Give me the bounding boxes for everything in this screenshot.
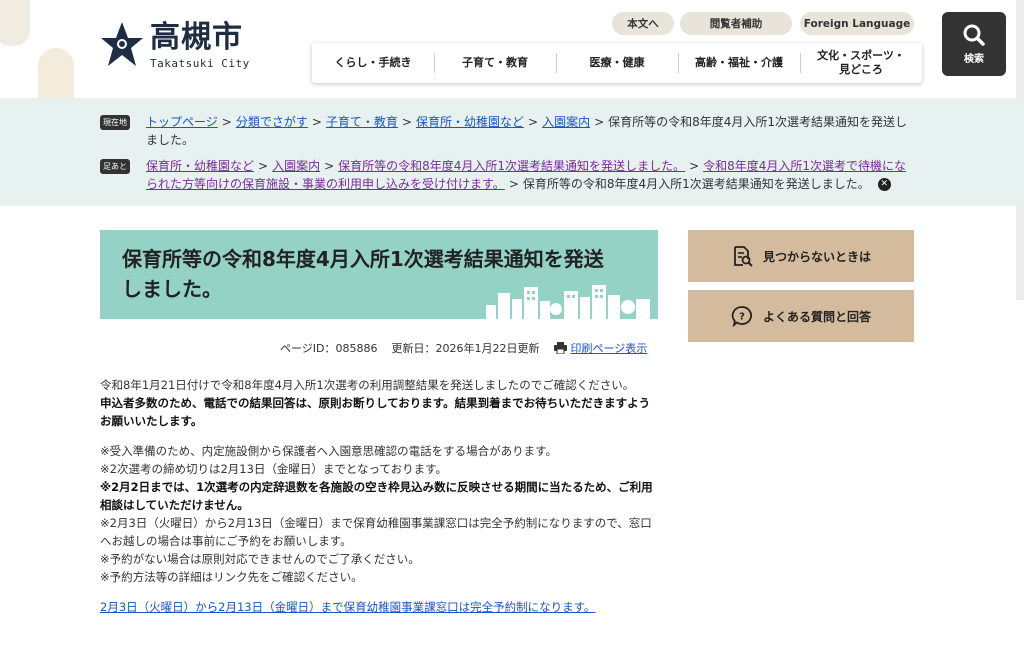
city-skyline-icon xyxy=(486,285,650,319)
accessibility-button[interactable]: 閲覧者補助 xyxy=(680,12,792,35)
faq-label: よくある質問と回答 xyxy=(762,309,871,324)
svg-text:?: ? xyxy=(739,312,745,323)
crumb-top[interactable]: トップページ xyxy=(146,115,218,129)
current-location-tag: 現在地 xyxy=(100,115,130,130)
decorative-shape xyxy=(0,0,30,46)
updated-date: 更新日：2026年1月22日更新 xyxy=(391,342,540,355)
crumb-admission[interactable]: 入園案内 xyxy=(542,115,590,129)
global-nav: くらし・手続き 子育て・教育 医療・健康 高齢・福祉・介護 文化・スポーツ・ 見ど… xyxy=(312,43,922,83)
paragraph-bold: 申込者多数のため、電話での結果回答は、原則お断りしております。結果到着までお待ち… xyxy=(100,396,651,428)
breadcrumb-history: 足あと 保育所・幼稚園など > 入園案内 > 保育所等の令和8年度4月入所1次選考結果通… xyxy=(100,157,916,193)
skip-to-content-button[interactable]: 本文へ xyxy=(612,12,674,35)
city-emblem-icon xyxy=(101,22,143,66)
site-logo[interactable]: 高槻市 Takatsuki City xyxy=(100,20,250,72)
not-found-button[interactable]: 見つからないときは xyxy=(688,230,914,282)
page-title-banner: 保育所等の令和8年度4月入所1次選考結果通知を発送しました。 xyxy=(100,230,658,319)
history-current: 保育所等の令和8年度4月入所1次選考結果通知を発送しました。 xyxy=(522,177,870,191)
breadcrumb-current: 現在地 トップページ > 分類でさがす > 子育て・教育 > 保育所・幼稚園など > 入園案内 >… xyxy=(100,113,916,149)
history-admission[interactable]: 入園案内 xyxy=(272,159,320,173)
document-search-icon xyxy=(734,246,753,267)
nav-culture-label: 文化・スポーツ・ 見どころ xyxy=(817,49,905,76)
not-found-label: 見つからないときは xyxy=(762,249,871,264)
nav-medical[interactable]: 医療・健康 xyxy=(556,43,678,83)
logo-japanese: 高槻市 xyxy=(150,19,243,55)
history-nursery[interactable]: 保育所・幼稚園など xyxy=(146,159,254,173)
foreign-language-button[interactable]: Foreign Language xyxy=(800,12,914,35)
printer-icon xyxy=(553,342,567,354)
history-tag: 足あと xyxy=(100,159,130,174)
search-label: 検索 xyxy=(964,54,984,65)
search-button[interactable]: 検索 xyxy=(942,12,1006,76)
nav-childcare[interactable]: 子育て・教育 xyxy=(434,43,556,83)
note: ※2月3日（火曜日）から2月13日（金曜日）まで保育幼稚園事業課窓口は完全予約制… xyxy=(100,516,652,548)
crumb-childcare[interactable]: 子育て・教育 xyxy=(326,115,398,129)
logo-english: Takatsuki City xyxy=(150,56,250,70)
article-body: 令和8年1月21日付けで令和8年度4月入所1次選考の利用調整結果を発送しましたの… xyxy=(100,376,660,616)
clear-history-icon[interactable]: ✕ xyxy=(877,178,891,191)
decorative-shape xyxy=(38,48,74,102)
reservation-link[interactable]: 2月3日（火曜日）から2月13日（金曜日）まで保育幼稚園事業課窓口は完全予約制に… xyxy=(100,600,595,614)
nav-welfare[interactable]: 高齢・福祉・介護 xyxy=(678,43,800,83)
nav-living[interactable]: くらし・手続き xyxy=(312,43,434,83)
note-bold: ※2月2日までは、1次選考の内定辞退数を各施設の空き枠見込み数に反映させる期間に… xyxy=(100,480,653,512)
note: ※予約方法等の詳細はリンク先をご確認ください。 xyxy=(100,570,363,584)
print-page-link[interactable]: 印刷ページ表示 xyxy=(571,340,648,356)
crumb-category[interactable]: 分類でさがす xyxy=(236,115,308,129)
paragraph: 令和8年1月21日付けで令和8年度4月入所1次選考の利用調整結果を発送しましたの… xyxy=(100,378,635,392)
question-bubble-icon: ? xyxy=(731,306,752,327)
nav-culture[interactable]: 文化・スポーツ・ 見どころ xyxy=(800,43,922,83)
note: ※2次選考の締め切りは2月13日（金曜日）までとなっております。 xyxy=(100,462,447,476)
page-id: ページID：085886 xyxy=(280,342,378,355)
crumb-nursery[interactable]: 保育所・幼稚園など xyxy=(416,115,524,129)
search-icon xyxy=(963,24,985,46)
history-result-notice[interactable]: 保育所等の令和8年度4月入所1次選考結果通知を発送しました。 xyxy=(338,159,685,173)
page-meta: ページID：085886 更新日：2026年1月22日更新 印刷ページ表示 xyxy=(280,340,647,356)
note: ※予約がない場合は原則対応できませんのでご了承ください。 xyxy=(100,552,420,566)
note: ※受入準備のため、内定施設側から保護者へ入園意思確認の電話をする場合があります。 xyxy=(100,444,557,458)
faq-button[interactable]: ? よくある質問と回答 xyxy=(688,290,914,342)
